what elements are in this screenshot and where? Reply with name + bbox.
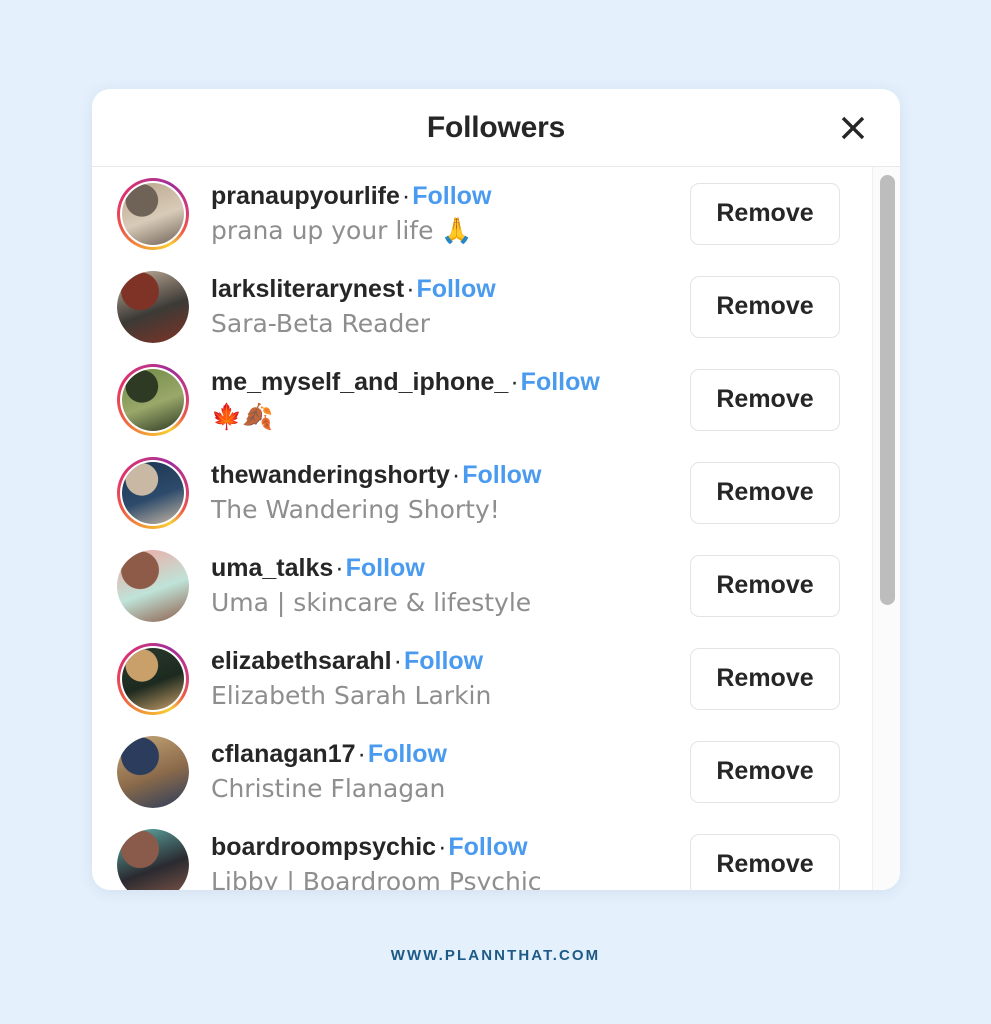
- follower-row: larksliterarynest·Follow Sara-Beta Reader…: [92, 260, 872, 353]
- follower-fullname: Christine Flanagan: [211, 774, 446, 803]
- avatar[interactable]: [117, 828, 189, 890]
- follow-link[interactable]: Follow: [521, 368, 600, 396]
- follower-username[interactable]: elizabethsarahl: [211, 647, 392, 675]
- remove-button[interactable]: Remove: [690, 182, 840, 245]
- follower-fullname: Libby | Boardroom Psychic: [211, 867, 542, 890]
- avatar-image: [122, 647, 184, 710]
- follow-link[interactable]: Follow: [346, 554, 425, 582]
- avatar[interactable]: [117, 549, 189, 622]
- separator-dot: ·: [401, 182, 411, 210]
- follower-username[interactable]: larksliterarynest: [211, 275, 404, 303]
- follower-fullname: prana up your life 🙏: [211, 216, 473, 245]
- follower-text-block: pranaupyourlife·Follow prana up your life…: [189, 179, 690, 248]
- follower-text-block: me_myself_and_iphone_·Follow 🍁🍂: [189, 365, 690, 434]
- follower-fullname: Elizabeth Sarah Larkin: [211, 681, 492, 710]
- follower-text-block: cflanagan17·Follow Christine Flanagan: [189, 737, 690, 806]
- avatar-story-ring[interactable]: [117, 177, 189, 250]
- follow-link[interactable]: Follow: [412, 182, 491, 210]
- follow-link[interactable]: Follow: [448, 833, 527, 861]
- follower-username-line: thewanderingshorty·Follow: [211, 458, 676, 492]
- follower-username-line: larksliterarynest·Follow: [211, 272, 676, 306]
- follower-row: uma_talks·Follow Uma | skincare & lifesty…: [92, 539, 872, 632]
- follower-row: boardroompsychic·Follow Libby | Boardroom…: [92, 818, 872, 890]
- followers-list-scroll-area[interactable]: pranaupyourlife·Follow prana up your life…: [92, 167, 900, 890]
- follower-fullname: The Wandering Shorty!: [211, 495, 500, 524]
- follower-username[interactable]: pranaupyourlife: [211, 182, 400, 210]
- avatar-story-ring[interactable]: [117, 456, 189, 529]
- separator-dot: ·: [510, 368, 519, 396]
- avatar[interactable]: [117, 270, 189, 343]
- follower-row: thewanderingshorty·Follow The Wandering S…: [92, 446, 872, 539]
- separator-dot: ·: [451, 461, 461, 489]
- follower-username[interactable]: thewanderingshorty: [211, 461, 450, 489]
- remove-button[interactable]: Remove: [690, 275, 840, 338]
- page-title: Followers: [426, 110, 566, 144]
- separator-dot: ·: [406, 275, 415, 303]
- follower-username[interactable]: boardroompsychic: [211, 833, 436, 861]
- modal-header: Followers: [92, 89, 900, 167]
- separator-dot: ·: [438, 833, 447, 861]
- remove-button[interactable]: Remove: [690, 833, 840, 890]
- remove-button[interactable]: Remove: [690, 461, 840, 524]
- follower-username[interactable]: cflanagan17: [211, 740, 356, 768]
- follow-link[interactable]: Follow: [404, 647, 483, 675]
- follower-username-line: pranaupyourlife·Follow: [211, 179, 676, 213]
- follower-fullname: 🍁🍂: [211, 402, 274, 431]
- separator-dot: ·: [335, 554, 344, 582]
- follower-row: cflanagan17·Follow Christine Flanagan Remo…: [92, 725, 872, 818]
- close-icon[interactable]: [832, 107, 874, 149]
- remove-button[interactable]: Remove: [690, 647, 840, 710]
- avatar-story-ring[interactable]: [117, 642, 189, 715]
- avatar-story-ring[interactable]: [117, 363, 189, 436]
- avatar-image: [122, 461, 184, 524]
- follower-row: me_myself_and_iphone_·Follow 🍁🍂 Remove: [92, 353, 872, 446]
- scrollbar-track[interactable]: [872, 167, 900, 890]
- remove-button[interactable]: Remove: [690, 368, 840, 431]
- follower-fullname: Sara-Beta Reader: [211, 309, 430, 338]
- follower-text-block: thewanderingshorty·Follow The Wandering S…: [189, 458, 690, 527]
- follower-username-line: uma_talks·Follow: [211, 551, 676, 585]
- follower-text-block: uma_talks·Follow Uma | skincare & lifesty…: [189, 551, 690, 620]
- followers-list: pranaupyourlife·Follow prana up your life…: [92, 167, 872, 890]
- follow-link[interactable]: Follow: [417, 275, 496, 303]
- avatar-image: [117, 828, 189, 890]
- follow-link[interactable]: Follow: [368, 740, 447, 768]
- avatar-image: [117, 735, 189, 808]
- follower-text-block: elizabethsarahl·Follow Elizabeth Sarah La…: [189, 644, 690, 713]
- follower-username[interactable]: uma_talks: [211, 554, 333, 582]
- follower-username-line: cflanagan17·Follow: [211, 737, 676, 771]
- follower-username-line: elizabethsarahl·Follow: [211, 644, 676, 678]
- follower-username-line: boardroompsychic·Follow: [211, 830, 676, 864]
- scrollbar-thumb[interactable]: [880, 175, 895, 605]
- avatar-image: [117, 549, 189, 622]
- follow-link[interactable]: Follow: [462, 461, 541, 489]
- follower-username-line: me_myself_and_iphone_·Follow: [211, 365, 676, 399]
- separator-dot: ·: [357, 740, 366, 768]
- follower-row: pranaupyourlife·Follow prana up your life…: [92, 167, 872, 260]
- avatar-image: [117, 270, 189, 343]
- remove-button[interactable]: Remove: [690, 740, 840, 803]
- follower-fullname: Uma | skincare & lifestyle: [211, 588, 532, 617]
- avatar-image: [122, 368, 184, 431]
- follower-text-block: larksliterarynest·Follow Sara-Beta Reader: [189, 272, 690, 341]
- avatar-image: [122, 182, 184, 245]
- remove-button[interactable]: Remove: [690, 554, 840, 617]
- separator-dot: ·: [393, 647, 402, 675]
- avatar[interactable]: [117, 735, 189, 808]
- follower-username[interactable]: me_myself_and_iphone_: [211, 368, 508, 396]
- follower-text-block: boardroompsychic·Follow Libby | Boardroom…: [189, 830, 690, 890]
- followers-modal: Followers pranaupyourlife·Follow prana up…: [92, 89, 900, 890]
- footer-website-url: WWW.PLANNTHAT.COM: [390, 947, 601, 964]
- follower-row: elizabethsarahl·Follow Elizabeth Sarah La…: [92, 632, 872, 725]
